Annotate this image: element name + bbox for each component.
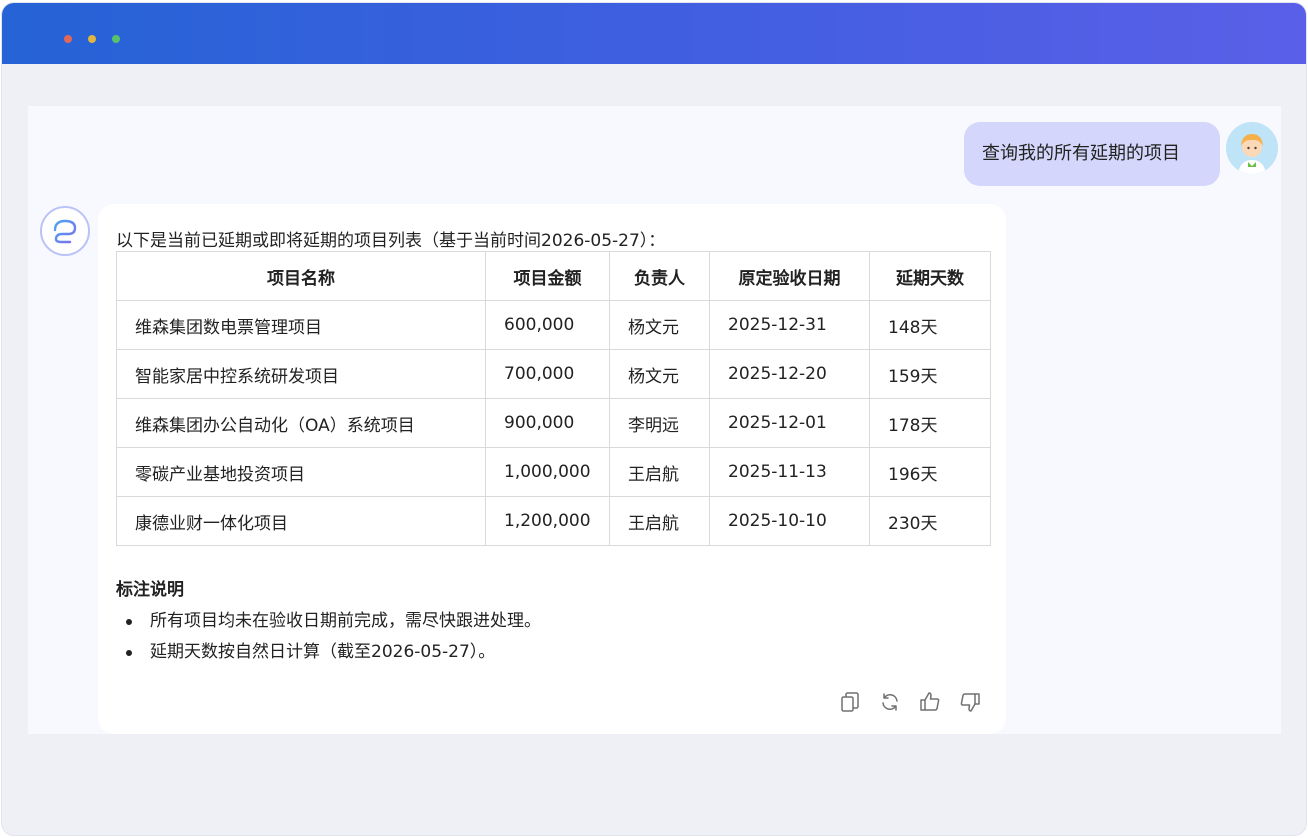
- cell-project-name: 维森集团办公自动化（OA）系统项目: [116, 398, 486, 448]
- cell-owner: 杨文元: [609, 300, 710, 350]
- notes-title: 标注说明: [116, 580, 184, 600]
- cell-amount: 600,000: [485, 300, 610, 350]
- cell-amount: 1,000,000: [485, 447, 610, 497]
- thumbs-up-icon[interactable]: [918, 690, 942, 714]
- cell-date: 2025-11-13: [709, 447, 870, 497]
- table-row: 零碳产业基地投资项目 1,000,000 王启航 2025-11-13 196天: [116, 447, 991, 497]
- refresh-icon[interactable]: [878, 690, 902, 714]
- header-project-name: 项目名称: [116, 251, 486, 301]
- cell-project-name: 维森集团数电票管理项目: [116, 300, 486, 350]
- cell-delay: 148天: [869, 300, 991, 350]
- cell-delay: 178天: [869, 398, 991, 448]
- user-avatar: [1226, 122, 1278, 174]
- table-header-row: 项目名称 项目金额 负责人 原定验收日期 延期天数: [116, 251, 991, 301]
- cell-project-name: 零碳产业基地投资项目: [116, 447, 486, 497]
- close-window-dot[interactable]: [64, 35, 72, 43]
- delayed-projects-table: 项目名称 项目金额 负责人 原定验收日期 延期天数 维森集团数电票管理项目 60…: [116, 251, 991, 546]
- cell-delay: 230天: [869, 496, 991, 546]
- cell-date: 2025-12-20: [709, 349, 870, 399]
- cell-amount: 1,200,000: [485, 496, 610, 546]
- cell-delay: 196天: [869, 447, 991, 497]
- app-window: 查询我的所有延期的项目 以下是当前已延期或即将延期的项目列表（基于当前时间202…: [2, 3, 1306, 835]
- cell-delay: 159天: [869, 349, 991, 399]
- assistant-message-card: 以下是当前已延期或即将延期的项目列表（基于当前时间2026-05-27）： 项目…: [98, 204, 1006, 734]
- cell-date: 2025-12-31: [709, 300, 870, 350]
- table-row: 维森集团办公自动化（OA）系统项目 900,000 李明远 2025-12-01…: [116, 398, 991, 448]
- list-item: 延期天数按自然日计算（截至2026-05-27）。: [116, 637, 541, 668]
- cell-date: 2025-12-01: [709, 398, 870, 448]
- maximize-window-dot[interactable]: [112, 35, 120, 43]
- cell-owner: 王启航: [609, 496, 710, 546]
- assistant-avatar: [40, 206, 90, 256]
- cell-amount: 900,000: [485, 398, 610, 448]
- table-row: 康德业财一体化项目 1,200,000 王启航 2025-10-10 230天: [116, 496, 991, 546]
- cell-project-name: 智能家居中控系统研发项目: [116, 349, 486, 399]
- cell-owner: 王启航: [609, 447, 710, 497]
- chat-panel: 查询我的所有延期的项目 以下是当前已延期或即将延期的项目列表（基于当前时间202…: [28, 106, 1281, 734]
- cell-owner: 杨文元: [609, 349, 710, 399]
- assistant-intro-text: 以下是当前已延期或即将延期的项目列表（基于当前时间2026-05-27）：: [116, 231, 666, 251]
- copy-icon[interactable]: [838, 690, 862, 714]
- cell-amount: 700,000: [485, 349, 610, 399]
- header-acceptance-date: 原定验收日期: [709, 251, 870, 301]
- table-row: 智能家居中控系统研发项目 700,000 杨文元 2025-12-20 159天: [116, 349, 991, 399]
- list-item: 所有项目均未在验收日期前完成，需尽快跟进处理。: [116, 606, 541, 637]
- cell-project-name: 康德业财一体化项目: [116, 496, 486, 546]
- user-message-bubble: 查询我的所有延期的项目: [964, 122, 1220, 186]
- minimize-window-dot[interactable]: [88, 35, 96, 43]
- cell-date: 2025-10-10: [709, 496, 870, 546]
- header-project-amount: 项目金额: [485, 251, 610, 301]
- header-delay-days: 延期天数: [869, 251, 991, 301]
- header-owner: 负责人: [609, 251, 710, 301]
- table-row: 维森集团数电票管理项目 600,000 杨文元 2025-12-31 148天: [116, 300, 991, 350]
- thumbs-down-icon[interactable]: [958, 690, 982, 714]
- notes-list: 所有项目均未在验收日期前完成，需尽快跟进处理。 延期天数按自然日计算（截至202…: [116, 606, 541, 668]
- cell-owner: 李明远: [609, 398, 710, 448]
- assistant-logo-icon: [53, 219, 77, 244]
- title-bar: [2, 3, 1306, 64]
